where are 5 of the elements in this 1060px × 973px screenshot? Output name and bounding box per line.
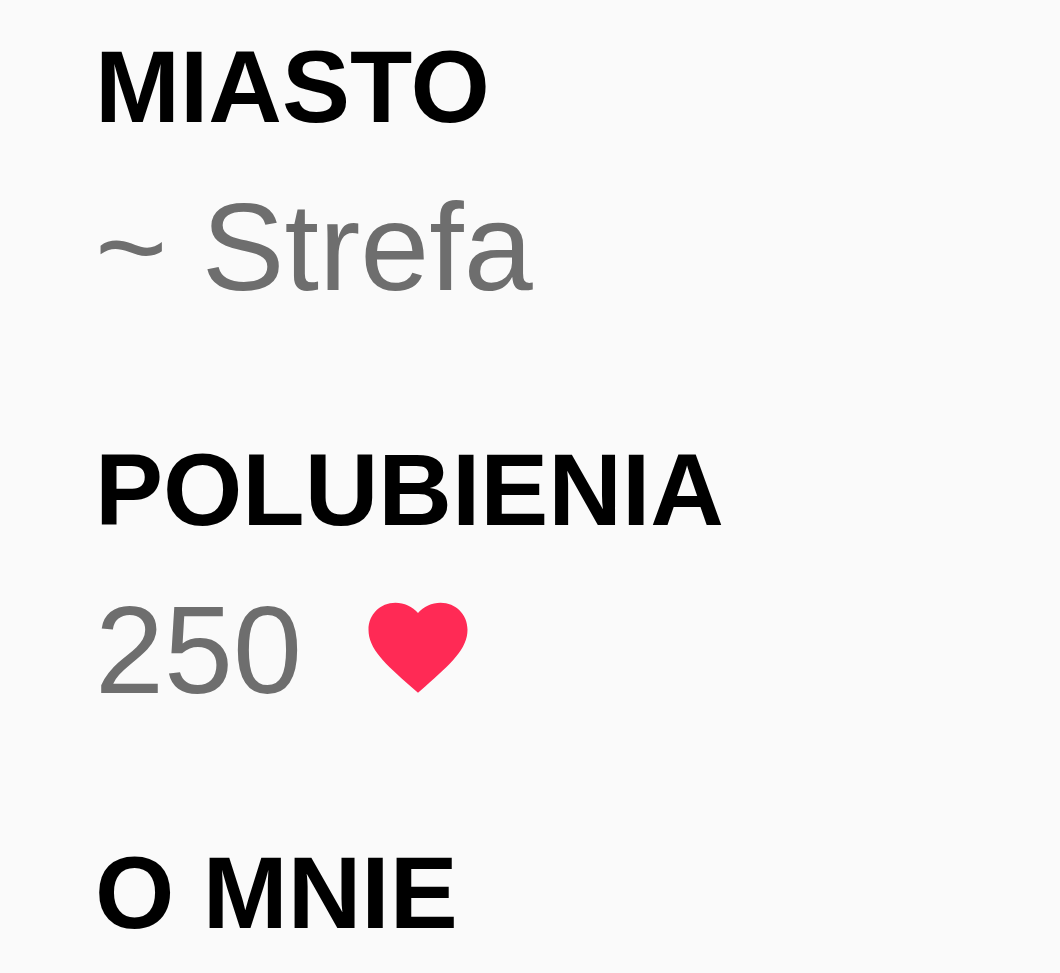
section-value: ~ Strefa (95, 177, 533, 317)
section-heading: O MNIE (95, 835, 459, 952)
section-value: 250 (95, 580, 302, 720)
section-heading: MIASTO (95, 29, 491, 146)
section-heading: POLUBIENIA (95, 432, 726, 549)
